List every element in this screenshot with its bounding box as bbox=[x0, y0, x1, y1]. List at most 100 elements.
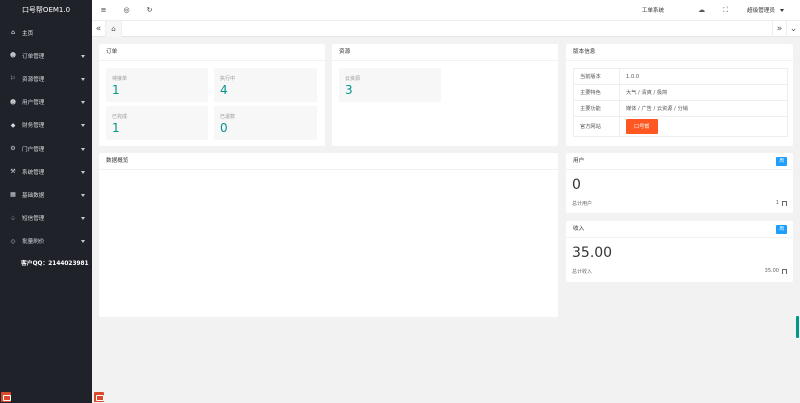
caret-down-icon bbox=[780, 8, 784, 12]
resources-card: 资源 云资源 3 bbox=[332, 44, 558, 146]
orders-card: 订单 待接单 1 执行中 4 已完成 1 已退款 0 bbox=[99, 44, 325, 146]
official-site-button[interactable]: 口号帮 bbox=[626, 119, 658, 134]
stat-label: 云资源 bbox=[345, 76, 361, 82]
stat-label: 待接单 bbox=[112, 76, 128, 82]
income-total-value: 35.00 bbox=[765, 268, 787, 274]
refresh-icon[interactable]: ↻ bbox=[138, 6, 161, 14]
sidebar-item-portal[interactable]: ⚙ 门户管理 bbox=[0, 137, 92, 160]
sidebar-item-label: 短信管理 bbox=[22, 216, 45, 223]
version-key: 当前版本 bbox=[573, 68, 620, 85]
sidebar-item-sms[interactable]: ♤ 短信管理 bbox=[0, 207, 92, 230]
table-row: 官方网站 口号帮 bbox=[573, 116, 788, 137]
sidebar-item-label: 财务管理 bbox=[22, 123, 45, 130]
chevron-down-icon bbox=[81, 147, 85, 151]
tab-more-icon[interactable]: ⌄ bbox=[786, 20, 800, 37]
stat-value: 4 bbox=[220, 83, 228, 97]
sidebar-item-label: 系统管理 bbox=[22, 169, 45, 176]
income-title: 收入 周 bbox=[566, 221, 793, 238]
bell-icon: ♤ bbox=[10, 214, 16, 222]
sidebar-item-resources[interactable]: ⚐ 资源管理 bbox=[0, 67, 92, 90]
sidebar-item-label: 批量刷价 bbox=[22, 239, 45, 246]
overview-card: 数据概览 bbox=[99, 153, 558, 317]
income-card: 收入 周 35.00 总计收入 35.00 bbox=[566, 221, 793, 282]
chevron-down-icon bbox=[81, 170, 85, 174]
stat-value: 0 bbox=[220, 121, 228, 135]
stat-label: 已完成 bbox=[112, 114, 128, 120]
sidebar-item-basedata[interactable]: ▦ 基础数据 bbox=[0, 183, 92, 206]
sidebar: 口号帮OEM1.0 ⌂ 主页 ☻ 订单管理 ⚐ 资源管理 ☻ 用户管理 ◆ 财务… bbox=[0, 0, 92, 403]
users-title: 用户 周 bbox=[566, 153, 793, 170]
gear-icon: ⚙ bbox=[10, 145, 16, 153]
website-key: 官方网站 bbox=[573, 116, 620, 137]
function-key: 主要功能 bbox=[573, 100, 620, 117]
stat-label: 执行中 bbox=[220, 76, 236, 82]
stat-label: 已退款 bbox=[220, 114, 236, 120]
ticket-system-link[interactable]: 工单系统 bbox=[630, 6, 689, 14]
chevron-down-icon bbox=[81, 101, 85, 105]
stat-refunded[interactable]: 已退款 0 bbox=[214, 106, 317, 140]
scrollbar-thumb[interactable] bbox=[796, 316, 799, 338]
diamond-icon: ◇ bbox=[10, 237, 16, 245]
top-header: ≡ ◎ ↻ 工单系统 ☁ ⛶ 超级管理员 bbox=[92, 0, 800, 21]
sidebar-item-users[interactable]: ☻ 用户管理 bbox=[0, 91, 92, 114]
fullscreen-icon[interactable]: ⛶ bbox=[714, 6, 737, 15]
sidebar-item-label: 用户管理 bbox=[22, 100, 45, 107]
cloud-icon[interactable]: ☁ bbox=[689, 6, 714, 14]
version-title: 版本信息 bbox=[566, 44, 793, 61]
stat-value: 3 bbox=[345, 83, 353, 97]
users-count: 0 bbox=[572, 177, 581, 193]
table-row: 主要特色 大气 / 清爽 / 极简 bbox=[573, 84, 788, 101]
income-total-number: 35.00 bbox=[764, 268, 779, 274]
income-total-label: 总计收入 bbox=[572, 269, 593, 275]
menu-toggle-icon[interactable]: ≡ bbox=[92, 6, 115, 14]
sidebar-item-system[interactable]: ⚒ 系统管理 bbox=[0, 160, 92, 183]
income-title-text: 收入 bbox=[573, 226, 585, 232]
tools-icon: ⚒ bbox=[10, 168, 16, 176]
overview-title: 数据概览 bbox=[99, 153, 558, 170]
sidebar-item-orders[interactable]: ☻ 订单管理 bbox=[0, 44, 92, 67]
income-amount: 35.00 bbox=[572, 245, 613, 261]
stat-executing[interactable]: 执行中 4 bbox=[214, 68, 317, 102]
website-cell: 口号帮 bbox=[619, 116, 788, 137]
sidebar-item-label: 基础数据 bbox=[22, 192, 45, 199]
sidebar-item-label: 资源管理 bbox=[22, 76, 45, 83]
feature-value: 大气 / 清爽 / 极简 bbox=[619, 84, 788, 101]
customer-qq: 客户QQ：2144023981 bbox=[21, 260, 89, 267]
resources-title: 资源 bbox=[332, 44, 558, 61]
tab-home-icon[interactable]: ⌂ bbox=[106, 20, 122, 37]
home-icon: ⌂ bbox=[11, 29, 15, 37]
tab-bar: « ⌂ » ⌄ bbox=[92, 20, 800, 37]
stat-cloud[interactable]: 云资源 3 bbox=[339, 68, 441, 102]
brand-logo-icon bbox=[1, 392, 11, 402]
table-row: 主要功能 媒体 / 广告 / 云资源 / 分销 bbox=[573, 100, 788, 117]
chevron-down-icon bbox=[81, 217, 85, 221]
chevron-down-icon bbox=[81, 193, 85, 197]
stat-pending[interactable]: 待接单 1 bbox=[106, 68, 208, 102]
chevron-down-icon bbox=[81, 240, 85, 244]
orders-title: 订单 bbox=[99, 44, 325, 61]
chevron-down-icon bbox=[81, 54, 85, 58]
sidebar-item-label: 主页 bbox=[22, 30, 34, 37]
flag-icon bbox=[782, 200, 787, 206]
sidebar-item-home[interactable]: ⌂ 主页 bbox=[0, 21, 92, 45]
chevron-down-icon bbox=[81, 77, 85, 81]
diamond-icon: ◆ bbox=[10, 121, 16, 129]
theme-icon[interactable]: ◎ bbox=[115, 6, 138, 14]
table-row: 当前版本 1.0.0 bbox=[573, 68, 788, 85]
function-value: 媒体 / 广告 / 云资源 / 分销 bbox=[619, 100, 788, 117]
version-table: 当前版本 1.0.0 主要特色 大气 / 清爽 / 极简 主要功能 媒体 / 广… bbox=[573, 68, 788, 137]
sidebar-item-label: 门户管理 bbox=[22, 146, 45, 153]
tab-next-icon[interactable]: » bbox=[772, 20, 786, 37]
sidebar-item-finance[interactable]: ◆ 财务管理 bbox=[0, 114, 92, 137]
period-badge[interactable]: 周 bbox=[776, 157, 787, 166]
period-badge[interactable]: 周 bbox=[776, 225, 787, 234]
tab-prev-icon[interactable]: « bbox=[92, 20, 106, 37]
brand-logo-icon bbox=[94, 392, 104, 402]
users-total-value: 1 bbox=[776, 200, 787, 206]
stat-completed[interactable]: 已完成 1 bbox=[106, 106, 208, 140]
version-value: 1.0.0 bbox=[619, 68, 788, 85]
sidebar-item-batch-price[interactable]: ◇ 批量刷价 bbox=[0, 230, 92, 253]
admin-menu[interactable]: 超级管理员 bbox=[737, 6, 800, 14]
users-card: 用户 周 0 总计用户 1 bbox=[566, 153, 793, 213]
users-total-number: 1 bbox=[775, 200, 779, 206]
